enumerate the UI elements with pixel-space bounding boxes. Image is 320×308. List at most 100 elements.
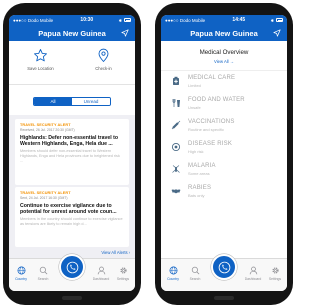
- chevron-right-icon: ›: [128, 250, 130, 255]
- medical-item-title: MEDICAL CARE: [188, 75, 236, 81]
- view-all-alerts-link[interactable]: View All Alerts ›: [101, 250, 130, 255]
- tab-label: Dashboard: [92, 276, 110, 281]
- tab-dashboard[interactable]: Dashboard: [91, 266, 111, 281]
- bluetooth-icon: ✱: [118, 17, 122, 23]
- medical-care-icon: [173, 76, 179, 85]
- alert-body: Members should defer non-essential trave…: [20, 149, 120, 163]
- home-indicator: [62, 296, 82, 300]
- tab-bar: Country Search Dashboard Settings: [161, 254, 287, 291]
- view-all-alerts-label: View All Alerts: [101, 250, 128, 255]
- gear-icon: [119, 267, 127, 274]
- medical-item-disease-risk[interactable]: DISEASE RISK High risk: [161, 137, 287, 159]
- tab-label: Dashboard: [244, 276, 262, 281]
- home-indicator: [214, 296, 234, 300]
- medical-item-subtitle: Routine and specific: [188, 127, 225, 132]
- search-icon: [191, 266, 199, 275]
- tab-label: Settings: [116, 276, 130, 281]
- tab-label: Settings: [268, 276, 282, 281]
- phone-right: ●●●○○ Dodo Mobile 14:45 ✱ Papua New Guin…: [155, 3, 293, 305]
- medical-item-title: MALARIA: [188, 163, 216, 169]
- carrier-label: ●●●○○ Dodo Mobile: [13, 17, 54, 23]
- alert-date: Received, 26 Jul. 2017 20:30 (GMT): [20, 128, 75, 132]
- tab-dashboard[interactable]: Dashboard: [243, 266, 263, 281]
- medical-item-rabies[interactable]: RABIES Bats only: [161, 181, 287, 203]
- save-location-label: Save Location: [27, 66, 54, 71]
- person-icon: [249, 266, 257, 275]
- medical-list: MEDICAL CARE Limited FOOD AND WATER Unsa…: [161, 71, 287, 203]
- alert-tag: TRAVEL SECURITY ALERT: [20, 191, 71, 195]
- alert-card[interactable]: TRAVEL SECURITY ALERT Received, 26 Jul. …: [15, 119, 129, 185]
- nav-bar: Papua New Guinea: [9, 25, 135, 41]
- medical-item-title: FOOD AND WATER: [188, 97, 245, 103]
- send-location-icon[interactable]: [121, 29, 129, 37]
- segment-unread[interactable]: Unread: [72, 98, 110, 105]
- medical-item-medical-care[interactable]: MEDICAL CARE Limited: [161, 71, 287, 93]
- gear-icon: [271, 267, 279, 274]
- phone-left: ●●●○○ Dodo Mobile 10:30 ✱ Papua New Guin…: [3, 3, 141, 305]
- alert-card[interactable]: TRAVEL SECURITY ALERT Sent, 24 Jul. 2017…: [15, 187, 129, 247]
- battery-icon: [276, 18, 283, 22]
- tab-country[interactable]: Country: [163, 266, 183, 281]
- tab-bar: Country Search Dashboard Settings: [9, 254, 135, 291]
- screen-medical: ●●●○○ Dodo Mobile 14:45 ✱ Papua New Guin…: [161, 15, 287, 291]
- tab-label: Search: [37, 276, 49, 281]
- medical-item-subtitle: Bats only: [188, 193, 205, 198]
- alert-body: Members in the country should continue t…: [20, 217, 123, 226]
- tab-label: Country: [167, 276, 179, 281]
- tab-settings[interactable]: Settings: [113, 266, 133, 281]
- search-icon: [39, 266, 47, 275]
- star-icon: [34, 49, 47, 62]
- alerts-list: TRAVEL SECURITY ALERT Received, 26 Jul. …: [9, 115, 135, 258]
- send-location-icon[interactable]: [273, 29, 281, 37]
- tab-label: Search: [189, 276, 201, 281]
- tab-label: Country: [15, 276, 27, 281]
- globe-icon: [17, 266, 25, 275]
- status-time: 10:30: [80, 17, 94, 23]
- view-all-link[interactable]: View All →: [161, 59, 287, 64]
- save-location-button[interactable]: Save Location: [9, 41, 72, 84]
- nav-bar: Papua New Guinea: [161, 25, 287, 41]
- medical-item-subtitle: Unsafe: [188, 105, 201, 110]
- phone-call-icon: [66, 261, 78, 273]
- status-indicators: ✱: [119, 18, 131, 23]
- status-bar: ●●●○○ Dodo Mobile 14:45 ✱: [161, 15, 287, 25]
- alert-tag: TRAVEL SECURITY ALERT: [20, 123, 71, 127]
- tab-settings[interactable]: Settings: [265, 266, 285, 281]
- alert-title: Continue to exercise vigilance due to po…: [20, 202, 117, 215]
- status-time: 14:45: [232, 17, 246, 23]
- medical-overview-title: Medical Overview: [199, 49, 249, 56]
- check-in-label: Check-in: [95, 66, 112, 71]
- call-assistance-button[interactable]: [211, 254, 237, 280]
- disease-risk-icon: [171, 142, 181, 152]
- tab-search[interactable]: Search: [33, 266, 53, 281]
- filter-area: All Unread: [9, 85, 135, 115]
- bluetooth-icon: ✱: [270, 17, 274, 23]
- arrow-right-icon: →: [229, 58, 234, 64]
- medical-item-subtitle: Some areas: [188, 171, 210, 176]
- tab-search[interactable]: Search: [185, 266, 205, 281]
- medical-item-subtitle: Limited: [188, 83, 201, 88]
- view-all-label: View All: [214, 58, 229, 64]
- mosquito-icon: [172, 165, 180, 173]
- status-indicators: ✱: [271, 18, 283, 23]
- check-in-button[interactable]: Check-in: [72, 41, 135, 84]
- bat-icon: [171, 189, 181, 194]
- globe-icon: [169, 266, 177, 275]
- tab-country[interactable]: Country: [11, 266, 31, 281]
- medical-item-title: VACCINATIONS: [188, 119, 235, 125]
- screen-alerts: ●●●○○ Dodo Mobile 10:30 ✱ Papua New Guin…: [9, 15, 135, 291]
- alert-filter-segmented: All Unread: [33, 97, 111, 106]
- call-assistance-button[interactable]: [59, 254, 85, 280]
- medical-item-title: DISEASE RISK: [188, 141, 233, 147]
- battery-icon: [124, 18, 131, 22]
- medical-item-vaccinations[interactable]: VACCINATIONS Routine and specific: [161, 115, 287, 137]
- person-icon: [97, 266, 105, 275]
- syringe-icon: [171, 120, 181, 130]
- nav-title: Papua New Guinea: [38, 28, 106, 38]
- medical-item-malaria[interactable]: MALARIA Some areas: [161, 159, 287, 181]
- segment-all[interactable]: All: [34, 98, 72, 105]
- medical-item-food-water[interactable]: FOOD AND WATER Unsafe: [161, 93, 287, 115]
- carrier-label: ●●●○○ Dodo Mobile: [165, 17, 206, 23]
- status-bar: ●●●○○ Dodo Mobile 10:30 ✱: [9, 15, 135, 25]
- medical-item-title: RABIES: [188, 185, 212, 191]
